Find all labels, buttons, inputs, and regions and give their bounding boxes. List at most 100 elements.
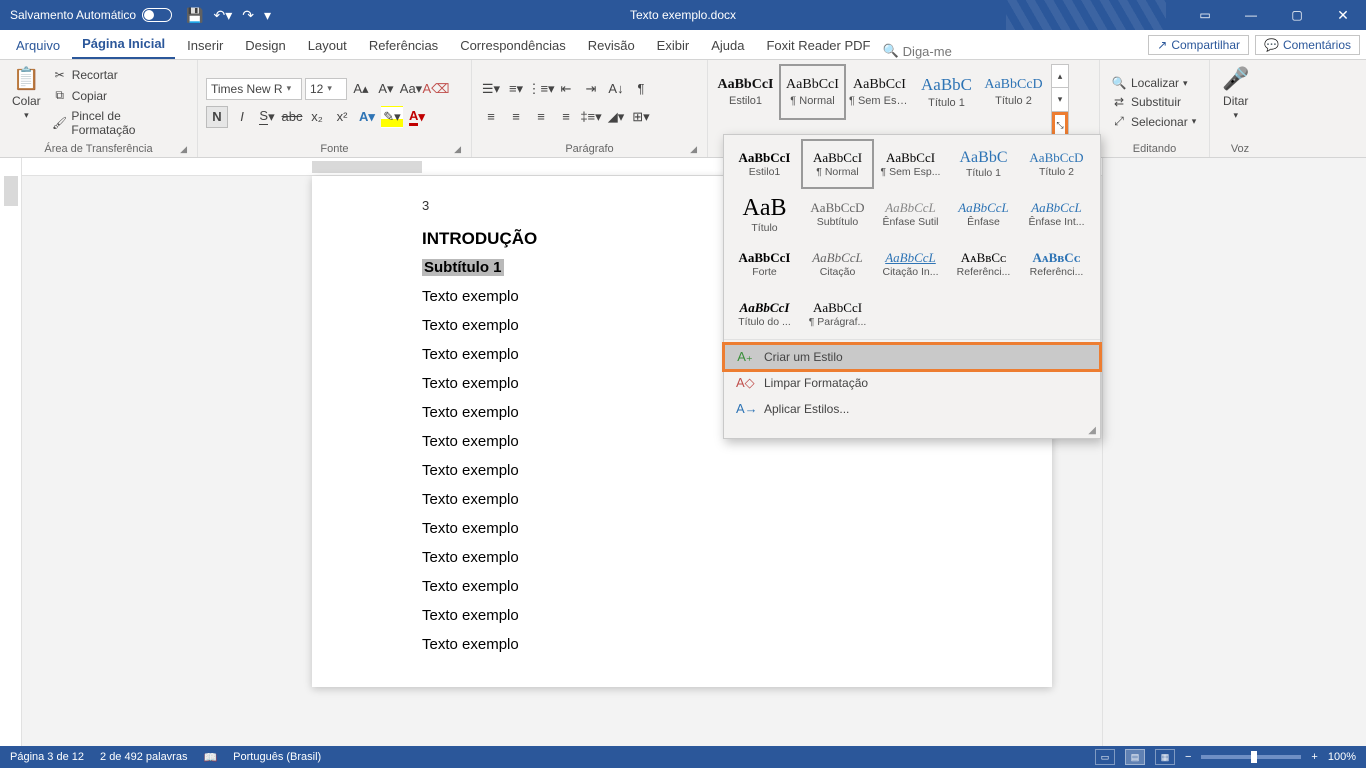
zoom-value[interactable]: 100% — [1328, 751, 1356, 763]
justify-icon[interactable]: ≡ — [555, 106, 577, 128]
tab-design[interactable]: Design — [235, 34, 295, 59]
replace-button[interactable]: ⇄Substituir — [1108, 94, 1199, 110]
sort-icon[interactable]: A↓ — [605, 78, 627, 100]
language-status[interactable]: Português (Brasil) — [233, 751, 321, 763]
read-mode-icon[interactable]: ▭ — [1095, 749, 1115, 765]
tab-foxit[interactable]: Foxit Reader PDF — [756, 34, 880, 59]
borders-icon[interactable]: ⊞▾ — [630, 106, 652, 128]
autosave-toggle[interactable]: Salvamento Automático — [10, 8, 172, 22]
tab-review[interactable]: Revisão — [578, 34, 645, 59]
font-size-combo[interactable]: 12▾ — [305, 78, 347, 100]
page-status[interactable]: Página 3 de 12 — [10, 751, 84, 763]
style-option[interactable]: AaBbCTítulo 1 — [947, 139, 1020, 189]
style-option[interactable]: AaBbCcLÊnfase Int... — [1020, 189, 1093, 239]
paste-button[interactable]: 📋 Colar ▾ — [8, 64, 45, 141]
style-box[interactable]: AaBbCcI¶ Normal — [779, 64, 846, 120]
align-right-icon[interactable]: ≡ — [530, 106, 552, 128]
tab-layout[interactable]: Layout — [298, 34, 357, 59]
tab-insert[interactable]: Inserir — [177, 34, 233, 59]
align-left-icon[interactable]: ≡ — [480, 106, 502, 128]
dialog-launcher-icon[interactable]: ◢ — [690, 144, 697, 155]
format-painter-button[interactable]: 🖌Pincel de Formatação — [49, 108, 189, 138]
style-option[interactable]: AaBbCcLÊnfase Sutil — [874, 189, 947, 239]
highlight-icon[interactable]: ✎▾ — [381, 106, 403, 128]
tab-mailings[interactable]: Correspondências — [450, 34, 576, 59]
styles-scroll-down-icon[interactable]: ▾ — [1052, 88, 1068, 111]
change-case-icon[interactable]: Aa▾ — [400, 78, 422, 100]
style-option[interactable]: AaBbCcDSubtítulo — [801, 189, 874, 239]
resize-grip-icon[interactable]: ◢ — [724, 425, 1100, 438]
style-box[interactable]: AaBbCcI¶ Sem Esp... — [846, 64, 913, 120]
body-line[interactable]: Texto exemplo — [422, 607, 942, 624]
qat-more-icon[interactable]: ▾ — [264, 7, 271, 24]
italic-icon[interactable]: I — [231, 106, 253, 128]
increase-indent-icon[interactable]: ⇥ — [580, 78, 602, 100]
body-line[interactable]: Texto exemplo — [422, 636, 942, 653]
cut-button[interactable]: ✂Recortar — [49, 67, 189, 83]
clear-format-item[interactable]: A◇ Limpar Formatação — [724, 370, 1100, 396]
underline-icon[interactable]: S▾ — [256, 106, 278, 128]
body-line[interactable]: Texto exemplo — [422, 578, 942, 595]
word-count[interactable]: 2 de 492 palavras — [100, 751, 187, 763]
share-button[interactable]: ↗ Compartilhar — [1148, 35, 1249, 55]
numbering-icon[interactable]: ≡▾ — [505, 78, 527, 100]
font-name-combo[interactable]: Times New R▾ — [206, 78, 302, 100]
save-icon[interactable]: 💾 — [186, 7, 203, 24]
minimize-icon[interactable]: — — [1228, 0, 1274, 30]
tab-references[interactable]: Referências — [359, 34, 448, 59]
print-layout-icon[interactable]: ▤ — [1125, 749, 1145, 765]
style-option[interactable]: AaBTítulo — [728, 189, 801, 239]
tab-view[interactable]: Exibir — [647, 34, 700, 59]
style-option[interactable]: AᴀBʙCᴄReferênci... — [947, 239, 1020, 289]
find-button[interactable]: 🔍Localizar▾ — [1108, 75, 1199, 91]
dictate-button[interactable]: 🎤 Ditar ▾ — [1218, 64, 1253, 141]
grow-font-icon[interactable]: A▴ — [350, 78, 372, 100]
tab-file[interactable]: Arquivo — [6, 34, 70, 59]
bold-icon[interactable]: N — [206, 106, 228, 128]
proofing-icon[interactable]: 📖 — [203, 751, 217, 764]
style-box[interactable]: AaBbCcIEstilo1 — [712, 64, 779, 120]
style-option[interactable]: AaBbCcLCitação — [801, 239, 874, 289]
selected-subtitle[interactable]: Subtítulo 1 — [422, 259, 504, 276]
redo-icon[interactable]: ↷ — [242, 7, 254, 24]
tab-home[interactable]: Página Inicial — [72, 32, 175, 59]
align-center-icon[interactable]: ≡ — [505, 106, 527, 128]
web-layout-icon[interactable]: ▦ — [1155, 749, 1175, 765]
dialog-launcher-icon[interactable]: ◢ — [454, 144, 461, 155]
style-option[interactable]: AaBbCcI¶ Parágraf... — [801, 289, 874, 339]
maximize-icon[interactable]: ▢ — [1274, 0, 1320, 30]
zoom-in-icon[interactable]: + — [1311, 751, 1317, 763]
create-style-item[interactable]: A₊ Criar um Estilo — [724, 344, 1100, 370]
zoom-slider[interactable] — [1201, 755, 1301, 759]
styles-gallery[interactable]: AaBbCcIEstilo1AaBbCcI¶ NormalAaBbCcI¶ Se… — [712, 64, 1047, 141]
superscript-icon[interactable]: x² — [331, 106, 353, 128]
apply-styles-item[interactable]: A→ Aplicar Estilos... — [724, 396, 1100, 421]
style-box[interactable]: AaBbCcDTítulo 2 — [980, 64, 1047, 120]
body-line[interactable]: Texto exemplo — [422, 491, 942, 508]
clear-format-icon[interactable]: A⌫ — [425, 78, 447, 100]
show-marks-icon[interactable]: ¶ — [630, 78, 652, 100]
comments-button[interactable]: 💬 Comentários — [1255, 35, 1360, 55]
style-option[interactable]: AaBbCcITítulo do ... — [728, 289, 801, 339]
style-option[interactable]: AaBbCcDTítulo 2 — [1020, 139, 1093, 189]
styles-scroll-up-icon[interactable]: ▴ — [1052, 65, 1068, 88]
font-color-icon[interactable]: A▾ — [406, 106, 428, 128]
style-option[interactable]: AaBbCcIEstilo1 — [728, 139, 801, 189]
strike-icon[interactable]: abc — [281, 106, 303, 128]
style-option[interactable]: AᴀBʙCᴄReferênci... — [1020, 239, 1093, 289]
tellme-search[interactable]: 🔍 Diga-me — [882, 43, 951, 59]
style-option[interactable]: AaBbCcIForte — [728, 239, 801, 289]
style-option[interactable]: AaBbCcLÊnfase — [947, 189, 1020, 239]
shrink-font-icon[interactable]: A▾ — [375, 78, 397, 100]
line-spacing-icon[interactable]: ‡≡▾ — [580, 106, 602, 128]
bullets-icon[interactable]: ☰▾ — [480, 78, 502, 100]
select-button[interactable]: ⤢Selecionar▾ — [1108, 113, 1199, 130]
ribbon-options-icon[interactable]: ▭ — [1182, 0, 1228, 30]
style-box[interactable]: AaBbCTítulo 1 — [913, 64, 980, 120]
undo-icon[interactable]: ↶▾ — [214, 7, 233, 24]
dialog-launcher-icon[interactable]: ◢ — [180, 144, 187, 155]
subscript-icon[interactable]: x₂ — [306, 106, 328, 128]
text-effects-icon[interactable]: A▾ — [356, 106, 378, 128]
close-icon[interactable]: ✕ — [1320, 0, 1366, 30]
body-line[interactable]: Texto exemplo — [422, 549, 942, 566]
